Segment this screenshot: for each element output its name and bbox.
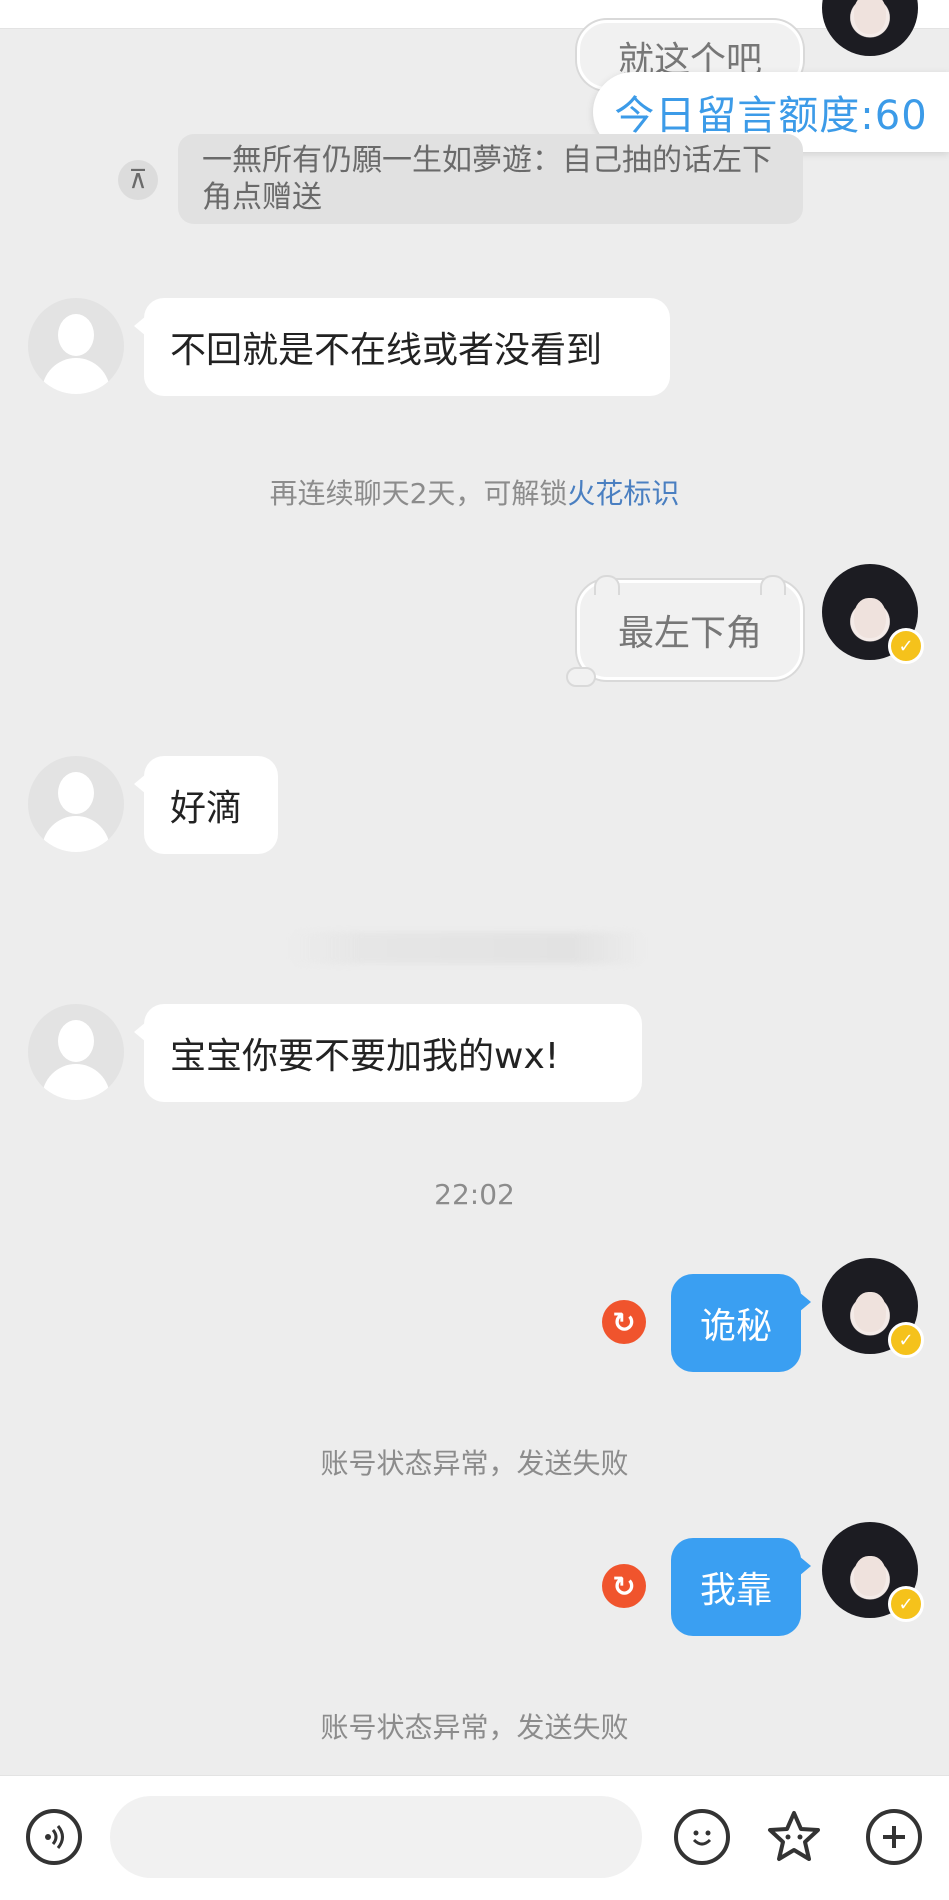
contact-avatar[interactable] [28, 1004, 124, 1100]
my-avatar[interactable]: ✓ [822, 564, 924, 664]
message-text: 诡秘 [699, 1306, 772, 1347]
blurred-system-notice [290, 932, 644, 964]
message-text: 最左下角 [617, 613, 762, 654]
contact-avatar[interactable] [28, 756, 124, 852]
message-text: 宝宝你要不要加我的wx! [170, 1036, 560, 1077]
verified-badge-icon: ✓ [888, 1586, 924, 1622]
message-text: 好滴 [170, 788, 243, 829]
avatar-face [854, 598, 886, 638]
avatar-face [854, 1556, 886, 1596]
avatar-placeholder-head [58, 314, 94, 356]
avatar-placeholder-body [42, 358, 110, 394]
sticker-icon[interactable] [764, 1807, 824, 1867]
retry-icon[interactable]: ↻ [602, 1300, 646, 1344]
pinned-message[interactable]: 一無所有仍願一生如夢遊：自己抽的话左下角点赠送 [178, 134, 803, 224]
sticker-glyph [768, 1811, 820, 1861]
message-bubble-other[interactable]: 不回就是不在线或者没看到 [134, 298, 670, 396]
avatar-face [854, 1292, 886, 1332]
message-text: 不回就是不在线或者没看到 [170, 330, 603, 371]
send-failed-notice: 账号状态异常，发送失败 [320, 1447, 629, 1480]
send-failed-notice: 账号状态异常，发送失败 [320, 1711, 629, 1744]
top-bar [0, 0, 949, 29]
message-bubble-other[interactable]: 宝宝你要不要加我的wx! [134, 1004, 642, 1102]
my-avatar[interactable] [822, 0, 918, 56]
avatar-placeholder-body [42, 1064, 110, 1100]
bubble-ear-right [760, 575, 786, 595]
pin-top-icon[interactable]: ⊼ [118, 160, 158, 200]
plus-glyph [883, 1826, 905, 1848]
voice-icon[interactable] [26, 1809, 82, 1865]
emoji-icon[interactable] [674, 1809, 730, 1865]
avatar-placeholder-head [58, 772, 94, 814]
message-bubble-self[interactable]: 我靠 [671, 1538, 811, 1636]
plus-icon[interactable] [866, 1809, 922, 1865]
spark-badge-link[interactable]: 火花标识 [567, 477, 679, 510]
message-bubble-self[interactable]: 诡秘 [671, 1274, 811, 1372]
voice-glyph [45, 1825, 64, 1849]
my-avatar[interactable]: ✓ [822, 1258, 924, 1358]
verified-badge-icon: ✓ [888, 1322, 924, 1358]
message-input[interactable] [110, 1796, 642, 1878]
pinned-text: 一無所有仍願一生如夢遊：自己抽的话左下角点赠送 [202, 143, 772, 215]
my-avatar[interactable]: ✓ [822, 1522, 924, 1622]
message-bubble-other[interactable]: 好滴 [134, 756, 278, 854]
bubble-tail [566, 667, 596, 687]
avatar-placeholder-body [42, 816, 110, 852]
avatar-face [854, 0, 886, 34]
avatar-placeholder-head [58, 1020, 94, 1062]
verified-badge-icon: ✓ [888, 628, 924, 664]
bubble-ear-left [594, 575, 620, 595]
timestamp: 22:02 [434, 1178, 515, 1211]
input-bar [0, 1775, 949, 1900]
message-text: 我靠 [699, 1570, 772, 1611]
streak-notice-text: 再连续聊天2天，可解锁 [269, 477, 568, 510]
retry-icon[interactable]: ↻ [602, 1564, 646, 1608]
streak-notice: 再连续聊天2天，可解锁火花标识 [0, 472, 949, 512]
quota-label: 今日留言额度:60 [614, 93, 928, 139]
contact-avatar[interactable] [28, 298, 124, 394]
emoji-glyph [692, 1830, 712, 1846]
message-bubble-self[interactable]: 最左下角 [566, 575, 803, 687]
